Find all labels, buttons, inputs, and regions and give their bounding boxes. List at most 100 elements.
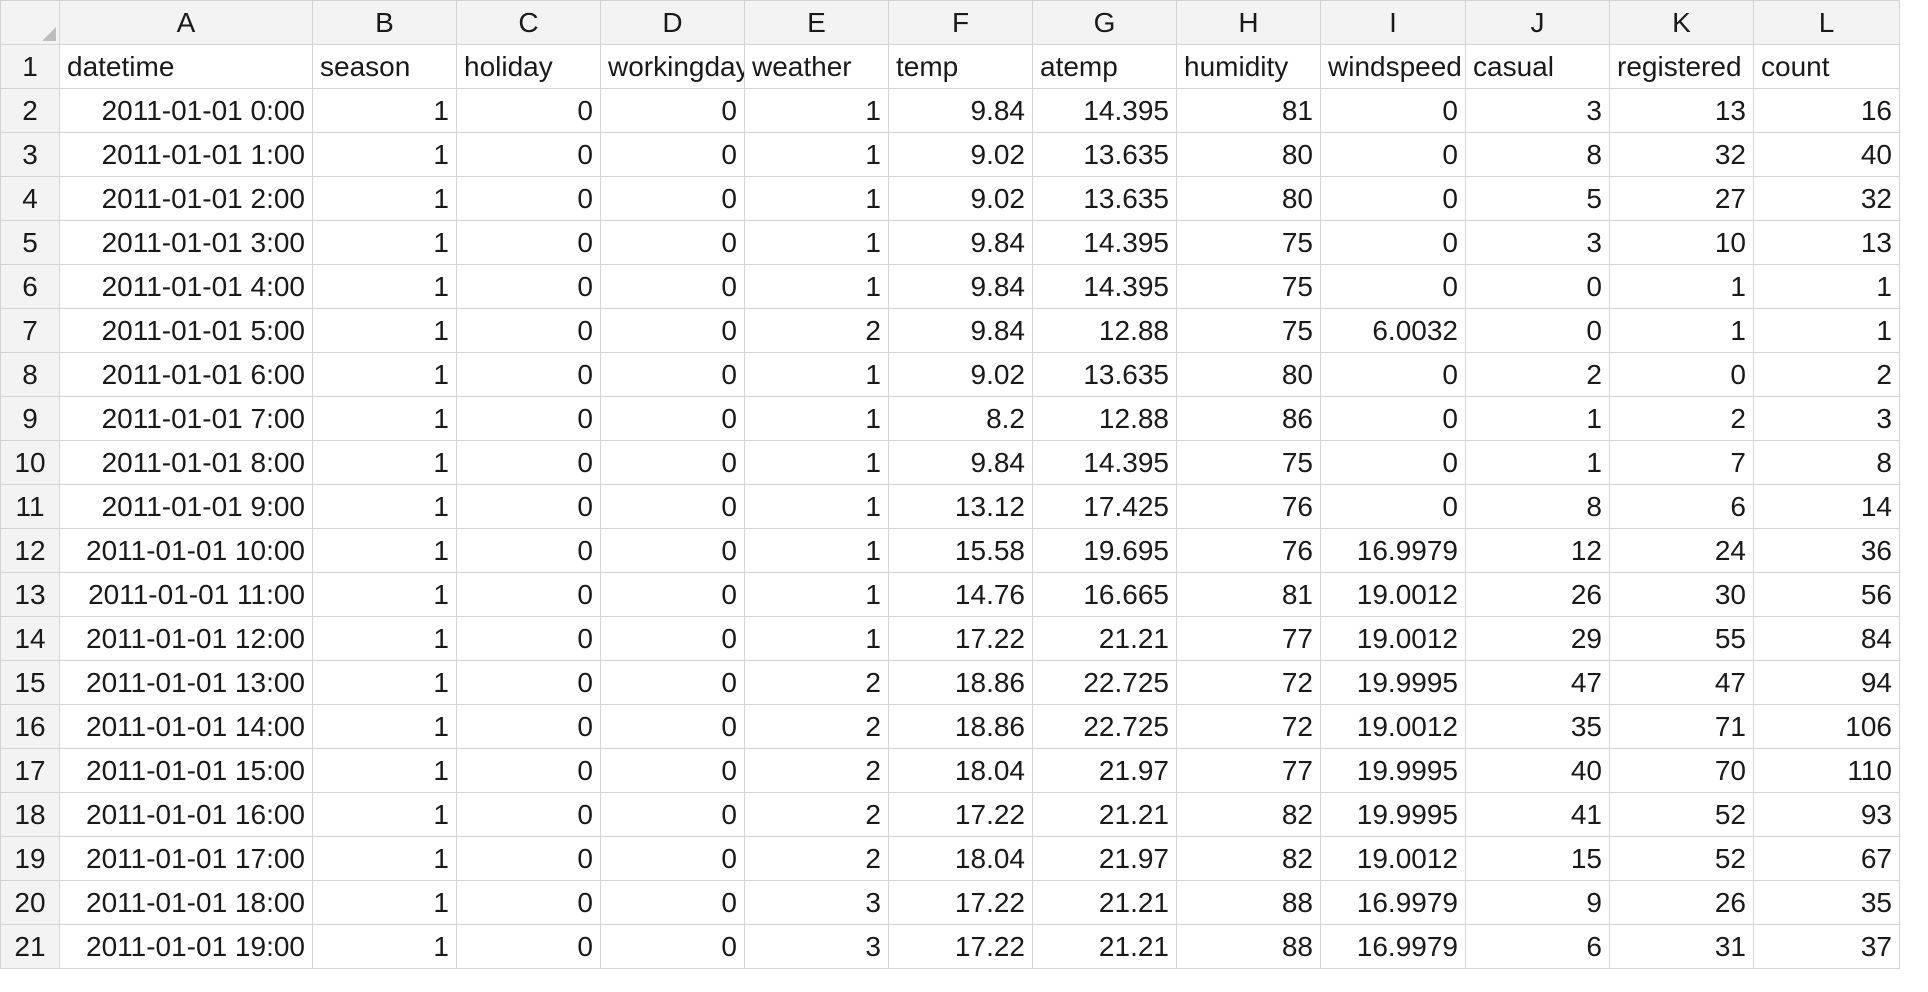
cell-j[interactable]: 1	[1465, 396, 1610, 441]
cell-h[interactable]: 82	[1176, 792, 1321, 837]
header-cell-temp[interactable]: temp	[888, 44, 1033, 89]
cell-f[interactable]: 17.22	[888, 880, 1033, 925]
column-header-f[interactable]: F	[888, 0, 1033, 45]
cell-i[interactable]: 0	[1320, 220, 1466, 265]
cell-l[interactable]: 110	[1753, 748, 1900, 793]
cell-j[interactable]: 3	[1465, 220, 1610, 265]
cell-c[interactable]: 0	[456, 836, 601, 881]
cell-f[interactable]: 18.86	[888, 704, 1033, 749]
cell-e[interactable]: 2	[744, 748, 889, 793]
cell-l[interactable]: 67	[1753, 836, 1900, 881]
row-header[interactable]: 15	[0, 660, 60, 705]
cell-a[interactable]: 2011-01-01 6:00	[59, 352, 313, 397]
cell-c[interactable]: 0	[456, 660, 601, 705]
cell-l[interactable]: 8	[1753, 440, 1900, 485]
cell-h[interactable]: 82	[1176, 836, 1321, 881]
cell-e[interactable]: 1	[744, 352, 889, 397]
row-header[interactable]: 6	[0, 264, 60, 309]
cell-c[interactable]: 0	[456, 220, 601, 265]
cell-f[interactable]: 9.02	[888, 132, 1033, 177]
cell-e[interactable]: 2	[744, 660, 889, 705]
header-cell-casual[interactable]: casual	[1465, 44, 1610, 89]
cell-g[interactable]: 14.395	[1032, 440, 1177, 485]
cell-f[interactable]: 8.2	[888, 396, 1033, 441]
cell-f[interactable]: 18.04	[888, 836, 1033, 881]
cell-c[interactable]: 0	[456, 528, 601, 573]
cell-b[interactable]: 1	[312, 660, 457, 705]
column-header-l[interactable]: L	[1753, 0, 1900, 45]
cell-d[interactable]: 0	[600, 484, 745, 529]
cell-j[interactable]: 0	[1465, 308, 1610, 353]
cell-i[interactable]: 19.0012	[1320, 572, 1466, 617]
cell-i[interactable]: 16.9979	[1320, 924, 1466, 969]
cell-i[interactable]: 0	[1320, 396, 1466, 441]
cell-j[interactable]: 0	[1465, 264, 1610, 309]
cell-h[interactable]: 75	[1176, 264, 1321, 309]
cell-k[interactable]: 47	[1609, 660, 1754, 705]
row-header[interactable]: 5	[0, 220, 60, 265]
cell-a[interactable]: 2011-01-01 5:00	[59, 308, 313, 353]
cell-g[interactable]: 21.21	[1032, 792, 1177, 837]
cell-e[interactable]: 2	[744, 704, 889, 749]
cell-k[interactable]: 10	[1609, 220, 1754, 265]
cell-i[interactable]: 19.9995	[1320, 748, 1466, 793]
cell-i[interactable]: 0	[1320, 176, 1466, 221]
cell-d[interactable]: 0	[600, 660, 745, 705]
cell-g[interactable]: 14.395	[1032, 88, 1177, 133]
header-cell-season[interactable]: season	[312, 44, 457, 89]
cell-l[interactable]: 3	[1753, 396, 1900, 441]
cell-c[interactable]: 0	[456, 132, 601, 177]
cell-e[interactable]: 1	[744, 264, 889, 309]
cell-h[interactable]: 72	[1176, 704, 1321, 749]
row-header[interactable]: 16	[0, 704, 60, 749]
row-header[interactable]: 1	[0, 44, 60, 89]
row-header[interactable]: 18	[0, 792, 60, 837]
cell-e[interactable]: 1	[744, 88, 889, 133]
cell-j[interactable]: 1	[1465, 440, 1610, 485]
cell-c[interactable]: 0	[456, 880, 601, 925]
cell-g[interactable]: 13.635	[1032, 132, 1177, 177]
cell-d[interactable]: 0	[600, 308, 745, 353]
cell-a[interactable]: 2011-01-01 17:00	[59, 836, 313, 881]
cell-d[interactable]: 0	[600, 748, 745, 793]
cell-a[interactable]: 2011-01-01 7:00	[59, 396, 313, 441]
cell-h[interactable]: 76	[1176, 484, 1321, 529]
cell-b[interactable]: 1	[312, 924, 457, 969]
cell-l[interactable]: 37	[1753, 924, 1900, 969]
cell-j[interactable]: 8	[1465, 484, 1610, 529]
cell-h[interactable]: 80	[1176, 176, 1321, 221]
cell-g[interactable]: 21.21	[1032, 880, 1177, 925]
cell-e[interactable]: 1	[744, 440, 889, 485]
cell-e[interactable]: 2	[744, 836, 889, 881]
cell-c[interactable]: 0	[456, 176, 601, 221]
cell-d[interactable]: 0	[600, 792, 745, 837]
cell-e[interactable]: 1	[744, 396, 889, 441]
cell-h[interactable]: 88	[1176, 880, 1321, 925]
cell-k[interactable]: 26	[1609, 880, 1754, 925]
cell-k[interactable]: 0	[1609, 352, 1754, 397]
cell-k[interactable]: 2	[1609, 396, 1754, 441]
cell-l[interactable]: 14	[1753, 484, 1900, 529]
cell-f[interactable]: 18.04	[888, 748, 1033, 793]
cell-g[interactable]: 14.395	[1032, 264, 1177, 309]
row-header[interactable]: 17	[0, 748, 60, 793]
cell-f[interactable]: 9.02	[888, 176, 1033, 221]
cell-i[interactable]: 19.9995	[1320, 660, 1466, 705]
spreadsheet-grid[interactable]: ABCDEFGHIJKL 1 datetime season holiday work…	[0, 0, 1928, 992]
cell-b[interactable]: 1	[312, 176, 457, 221]
select-all-corner[interactable]	[0, 0, 60, 45]
cell-f[interactable]: 9.84	[888, 440, 1033, 485]
column-header-c[interactable]: C	[456, 0, 601, 45]
row-header[interactable]: 8	[0, 352, 60, 397]
cell-e[interactable]: 1	[744, 484, 889, 529]
cell-d[interactable]: 0	[600, 352, 745, 397]
row-header[interactable]: 2	[0, 88, 60, 133]
column-header-k[interactable]: K	[1609, 0, 1754, 45]
cell-b[interactable]: 1	[312, 484, 457, 529]
cell-j[interactable]: 26	[1465, 572, 1610, 617]
cell-h[interactable]: 80	[1176, 352, 1321, 397]
cell-j[interactable]: 12	[1465, 528, 1610, 573]
cell-l[interactable]: 93	[1753, 792, 1900, 837]
column-header-h[interactable]: H	[1176, 0, 1321, 45]
cell-h[interactable]: 77	[1176, 616, 1321, 661]
